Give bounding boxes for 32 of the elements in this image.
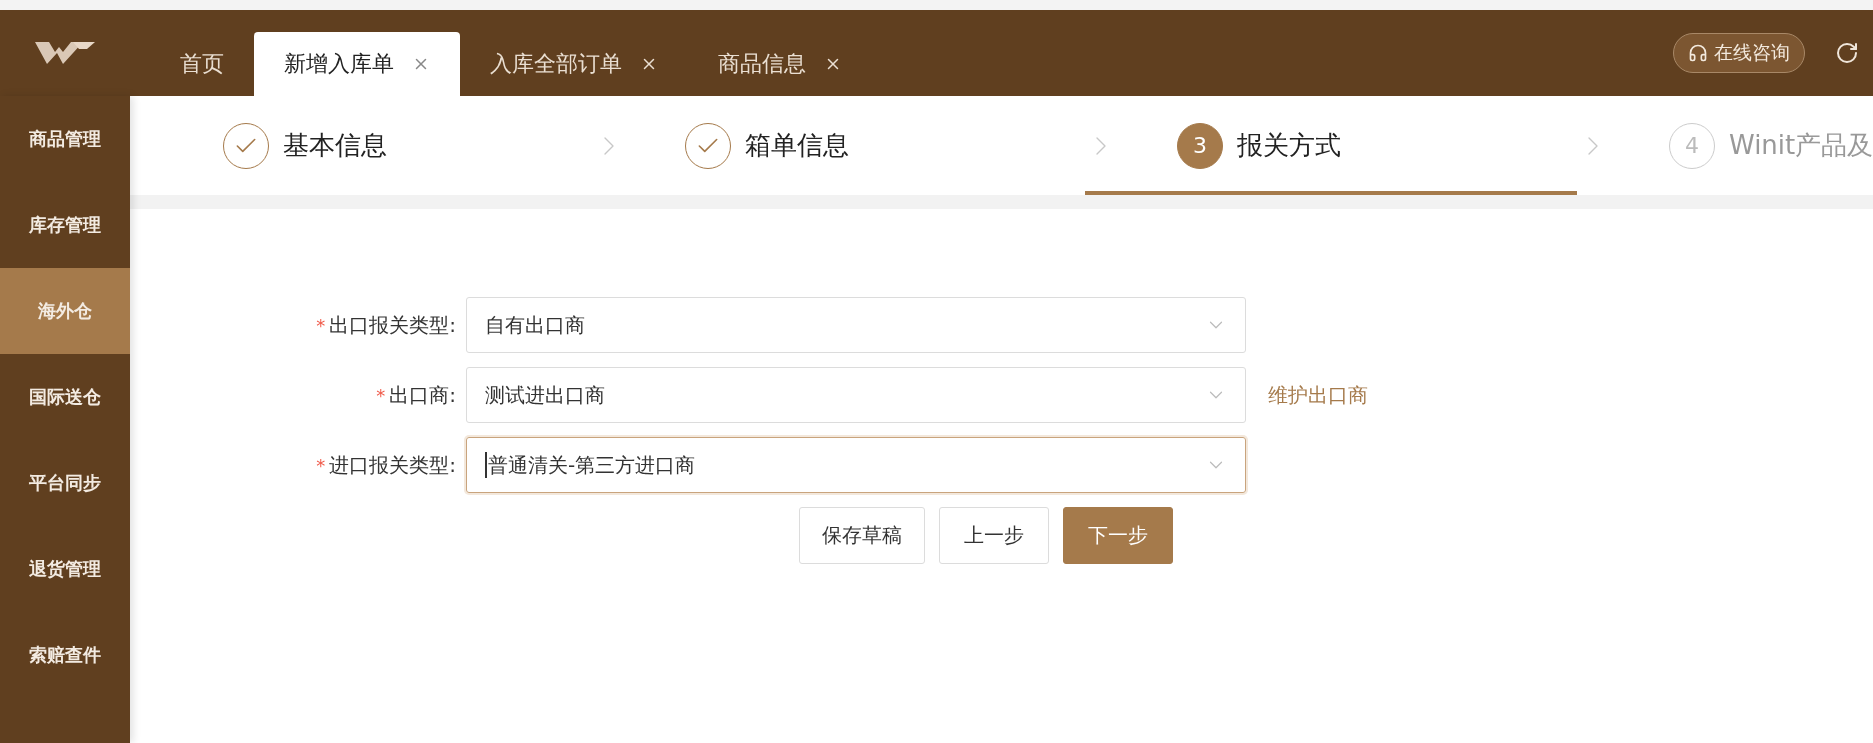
page-tab[interactable]: 商品信息 <box>688 32 872 96</box>
page-tab[interactable]: 入库全部订单 <box>460 32 688 96</box>
form-button[interactable]: 保存草稿 <box>799 507 925 564</box>
field-label: 出口报关类型: <box>329 311 456 339</box>
page-tab[interactable]: 首页 <box>150 32 254 96</box>
next-step-button[interactable]: 下一步 <box>1063 507 1173 564</box>
sidebar-item[interactable]: 退货管理 <box>0 526 130 612</box>
step-circle: 3 <box>1177 122 1223 169</box>
step-label: 基本信息 <box>283 129 387 162</box>
step-label: 箱单信息 <box>745 129 849 162</box>
sidebar-item[interactable]: 商品管理 <box>0 96 130 182</box>
field-label: 出口商: <box>389 381 456 409</box>
required-mark: * <box>316 314 326 336</box>
step-label: 报关方式 <box>1237 129 1341 162</box>
sidebar-item[interactable]: 索赔查件 <box>0 612 130 698</box>
field-label: 进口报关类型: <box>329 451 456 479</box>
sidebar-item[interactable]: 国际送仓 <box>0 354 130 440</box>
headset-icon <box>1688 43 1708 63</box>
page-tab[interactable]: 新增入库单 <box>254 32 460 96</box>
step-label: Winit产品及 <box>1729 129 1873 162</box>
online-consult-button[interactable]: 在线咨询 <box>1673 33 1805 73</box>
sidebar-item[interactable]: 库存管理 <box>0 182 130 268</box>
step-circle: 4 <box>1669 122 1715 169</box>
required-mark: * <box>376 384 386 406</box>
select-field[interactable]: 自有出口商 <box>466 297 1246 353</box>
select-field[interactable]: 测试进出口商 <box>466 367 1246 423</box>
required-mark: * <box>316 454 326 476</box>
sidebar-item[interactable]: 平台同步 <box>0 440 130 526</box>
select-field[interactable]: 普通清关-第三方进口商 <box>466 437 1246 493</box>
refresh-icon[interactable] <box>1835 41 1859 65</box>
form-button[interactable]: 上一步 <box>939 507 1049 564</box>
maintain-exporter-link[interactable]: 维护出口商 <box>1268 381 1368 409</box>
